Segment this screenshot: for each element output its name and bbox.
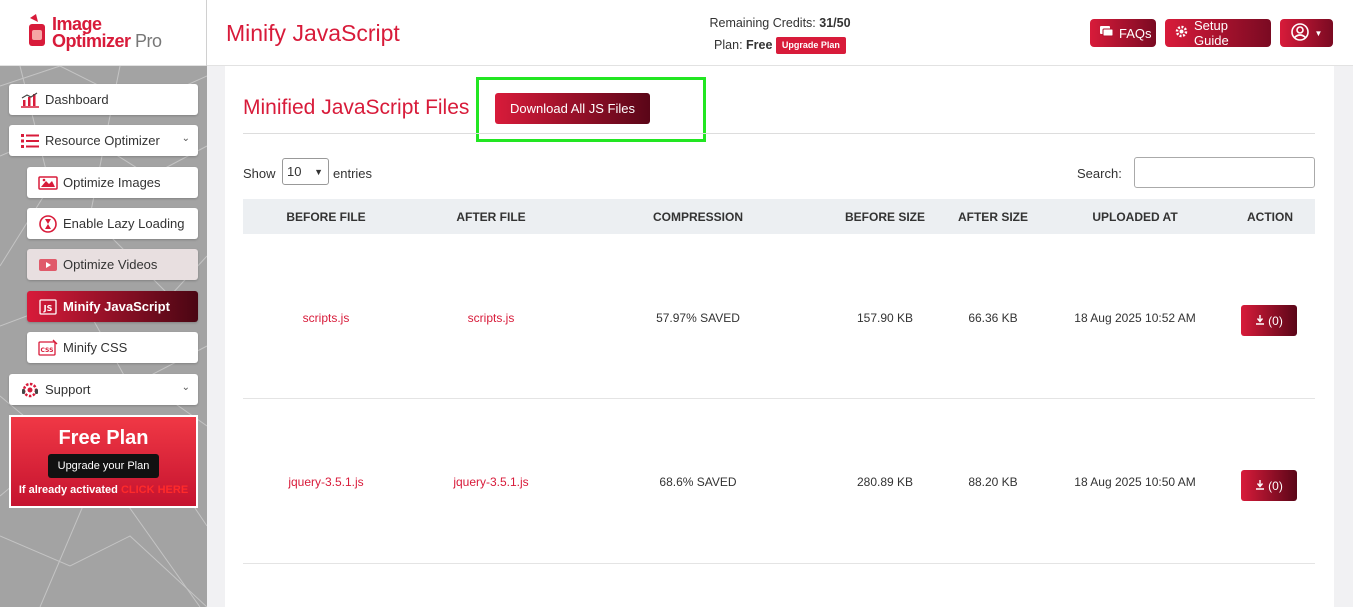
search-label: Search: xyxy=(1077,166,1122,181)
after-size-value: 88.20 KB xyxy=(968,475,1018,489)
download-icon xyxy=(1255,479,1265,493)
column-header[interactable]: ACTION xyxy=(1235,210,1305,224)
download-button[interactable]: (0) xyxy=(1241,305,1297,336)
plan-value: Free xyxy=(746,38,773,52)
before-file-link[interactable]: jquery-3.5.1.js xyxy=(263,475,389,489)
headset-icon xyxy=(19,381,41,399)
video-icon xyxy=(37,256,59,274)
show-label: Show xyxy=(243,166,276,181)
chevron-down-icon: ▼ xyxy=(314,167,323,177)
hourglass-icon xyxy=(37,214,59,233)
chart-icon xyxy=(19,91,41,109)
logo[interactable]: Image Optimizer Pro xyxy=(0,0,207,66)
setup-guide-button[interactable]: Setup Guide xyxy=(1165,18,1271,48)
top-header: Image Optimizer Pro Minify JavaScript Re… xyxy=(0,0,1353,66)
column-header[interactable]: BEFORE FILE xyxy=(263,210,389,224)
credits-info: Remaining Credits: 31/50 Plan: Free Upgr… xyxy=(700,12,860,56)
sidebar-item-enable-lazy-loading[interactable]: Enable Lazy Loading xyxy=(27,208,198,239)
plan-card-title: Free Plan xyxy=(58,427,149,449)
sidebar-item-optimize-videos[interactable]: Optimize Videos xyxy=(27,249,198,280)
logo-icon xyxy=(26,14,48,52)
table-row: scripts.js scripts.js 57.97% SAVED 157.9… xyxy=(243,234,1315,399)
after-file-link[interactable]: jquery-3.5.1.js xyxy=(428,475,554,489)
sidebar-item-label: Dashboard xyxy=(45,92,109,107)
upgrade-plan-button[interactable]: Upgrade Plan xyxy=(775,37,846,55)
divider xyxy=(243,133,1315,134)
sidebar-item-label: Resource Optimizer xyxy=(45,133,160,148)
sidebar-item-label: Optimize Images xyxy=(63,175,161,190)
before-size-value: 157.90 KB xyxy=(856,311,914,325)
svg-text:CSS: CSS xyxy=(41,347,54,354)
column-header[interactable]: COMPRESSION xyxy=(633,210,763,224)
download-icon xyxy=(1255,314,1265,328)
logo-text-line2: Optimizer xyxy=(52,30,131,51)
sidebar-item-label: Optimize Videos xyxy=(63,257,158,272)
download-count: (0) xyxy=(1268,478,1283,493)
section-title: Minified JavaScript Files xyxy=(243,96,470,119)
faqs-label: FAQs xyxy=(1119,25,1152,41)
after-size-value: 66.36 KB xyxy=(968,311,1018,325)
chat-icon xyxy=(1100,25,1114,41)
sidebar-item-minify-javascript[interactable]: JS Minify JavaScript xyxy=(27,291,198,322)
caret-down-icon: ▼ xyxy=(1314,28,1323,38)
chevron-down-icon: ⌄ xyxy=(181,133,190,144)
uploaded-at-value: 18 Aug 2025 10:52 AM xyxy=(1074,311,1196,325)
plan-card: Free Plan Upgrade your Plan If already a… xyxy=(9,415,198,508)
entries-label: entries xyxy=(333,166,373,181)
activated-text: If already activated xyxy=(18,484,118,496)
credits-value: 31/50 xyxy=(819,16,851,30)
svg-text:JS: JS xyxy=(43,304,53,313)
before-size-value: 280.89 KB xyxy=(856,475,914,489)
column-header[interactable]: AFTER SIZE xyxy=(943,210,1043,224)
plan-label: Plan: xyxy=(714,38,743,52)
download-count: (0) xyxy=(1268,313,1283,328)
table-row: jquery-3.5.1.js jquery-3.5.1.js 68.6% SA… xyxy=(243,399,1315,564)
main-card: Minified JavaScript Files Download All J… xyxy=(225,66,1334,607)
entries-select[interactable]: 10 ▼ xyxy=(282,158,329,185)
column-header[interactable]: UPLOADED AT xyxy=(1075,210,1195,224)
sidebar-item-label: Minify JavaScript xyxy=(63,299,170,314)
before-file-link[interactable]: scripts.js xyxy=(263,311,389,325)
sidebar-item-label: Enable Lazy Loading xyxy=(63,216,185,231)
logo-pro: Pro xyxy=(135,30,162,51)
setup-guide-label: Setup Guide xyxy=(1194,18,1229,48)
entries-value: 10 xyxy=(287,164,302,179)
list-icon xyxy=(19,132,41,150)
faqs-button[interactable]: FAQs xyxy=(1090,19,1156,47)
sidebar-item-label: Minify CSS xyxy=(63,340,128,355)
sidebar-item-optimize-images[interactable]: Optimize Images xyxy=(27,167,198,198)
chevron-down-icon: ⌄ xyxy=(181,382,190,393)
sidebar-item-label: Support xyxy=(45,382,91,397)
download-button[interactable]: (0) xyxy=(1241,470,1297,501)
sidebar-item-support[interactable]: Support ⌄ xyxy=(9,374,198,405)
after-file-link[interactable]: scripts.js xyxy=(428,311,554,325)
column-header[interactable]: AFTER FILE xyxy=(428,210,554,224)
uploaded-at-value: 18 Aug 2025 10:50 AM xyxy=(1074,475,1196,489)
search-input[interactable] xyxy=(1134,157,1315,188)
table-header: BEFORE FILE AFTER FILE COMPRESSION BEFOR… xyxy=(243,199,1315,234)
click-here-link[interactable]: CLICK HERE xyxy=(121,484,188,496)
sidebar-item-minify-css[interactable]: CSS Minify CSS xyxy=(27,332,198,363)
gear-icon xyxy=(1175,25,1188,41)
download-all-button[interactable]: Download All JS Files xyxy=(495,93,650,124)
column-header[interactable]: BEFORE SIZE xyxy=(830,210,940,224)
page-title: Minify JavaScript xyxy=(226,20,400,46)
sidebar-item-resource-optimizer[interactable]: Resource Optimizer ⌄ xyxy=(9,125,198,156)
css-icon: CSS xyxy=(37,339,59,357)
upgrade-your-plan-button[interactable]: Upgrade your Plan xyxy=(47,454,160,478)
sidebar-item-dashboard[interactable]: Dashboard xyxy=(9,84,198,115)
compression-value: 68.6% SAVED xyxy=(659,475,737,489)
user-menu-button[interactable]: ▼ xyxy=(1280,19,1333,47)
user-icon xyxy=(1290,22,1309,44)
image-icon xyxy=(37,174,59,192)
compression-value: 57.97% SAVED xyxy=(656,311,740,325)
js-icon: JS xyxy=(37,298,59,316)
sidebar: Dashboard Resource Optimizer ⌄ Optimize … xyxy=(0,66,207,607)
credits-label: Remaining Credits: xyxy=(709,16,816,30)
